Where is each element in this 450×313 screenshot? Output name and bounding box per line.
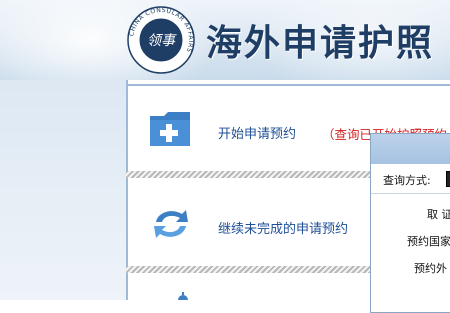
page-title: 海外申请护照 xyxy=(206,22,435,64)
appointment-country-label: 预约国家 xyxy=(407,235,450,248)
query-method-select[interactable] xyxy=(446,171,450,187)
appointment-outside-label: 预约外 xyxy=(414,262,447,275)
start-application-link[interactable]: 开始申请预约 xyxy=(218,123,296,142)
query-popup: 查询方式: 取 证 预约国家 预约外 xyxy=(370,133,450,313)
folder-add-icon[interactable] xyxy=(148,108,194,150)
consular-affairs-logo: CHINA CONSULAR AFFAIRS 领事 xyxy=(127,6,195,74)
query-method-label: 查询方式: xyxy=(383,174,431,187)
site-header: CHINA CONSULAR AFFAIRS 领事 海外申请护照 xyxy=(0,0,450,80)
continue-application-link[interactable]: 继续未完成的申请预约 xyxy=(218,218,348,237)
gear-icon[interactable] xyxy=(176,291,190,300)
panel-top-border xyxy=(126,84,450,86)
refresh-arrows-icon[interactable] xyxy=(148,206,194,242)
logo-mark: 领事 xyxy=(147,33,177,49)
popup-separator xyxy=(371,193,450,194)
left-background xyxy=(0,80,126,300)
popup-title-bar[interactable] xyxy=(371,134,450,164)
pickup-label: 取 证 xyxy=(427,208,450,221)
